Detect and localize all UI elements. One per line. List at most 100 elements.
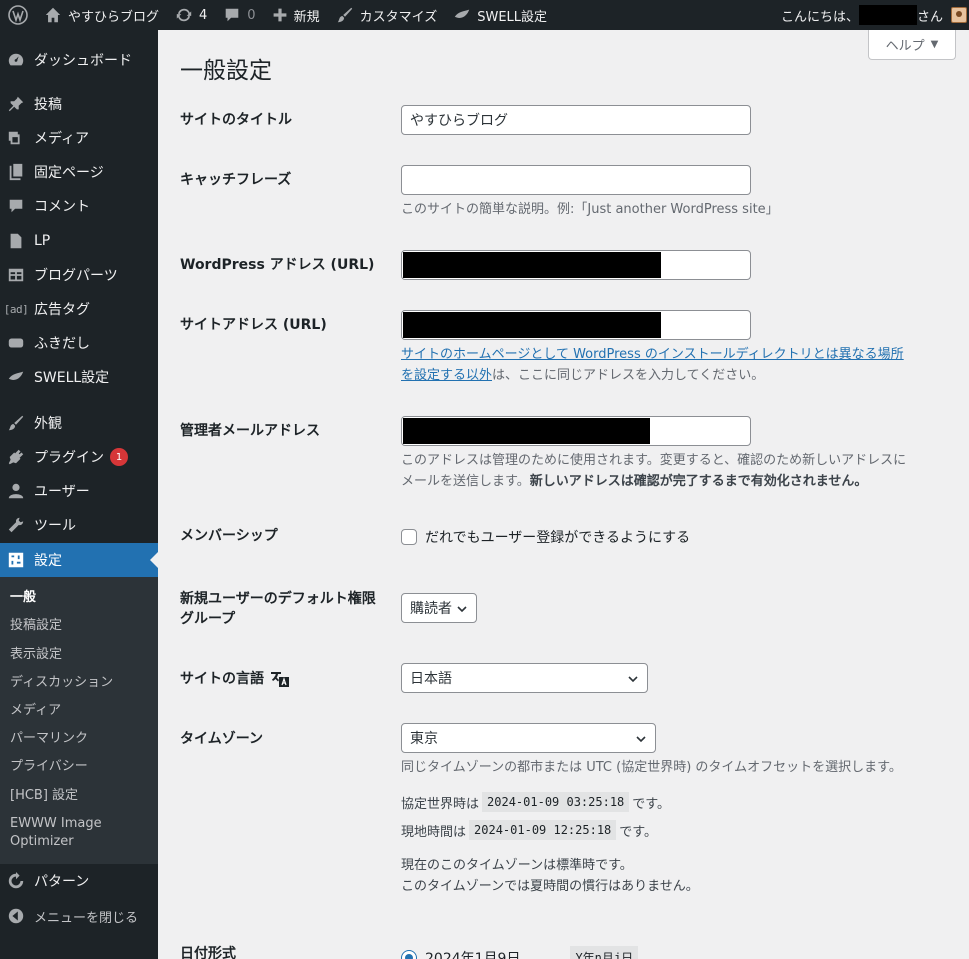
comments-count: 0 bbox=[247, 7, 256, 23]
menu-label: パターン bbox=[34, 874, 90, 890]
membership-label: メンバーシップ bbox=[180, 528, 278, 544]
wp-address-input[interactable] bbox=[401, 250, 751, 280]
timezone-select[interactable]: 東京 bbox=[401, 723, 656, 753]
site-address-input[interactable] bbox=[401, 310, 751, 340]
new-label: 新規 bbox=[293, 9, 320, 25]
submenu-ewww-line2[interactable]: Optimizer bbox=[10, 833, 74, 851]
settings-submenu: 一般 投稿設定 表示設定 ディスカッション メディア パーマリンク プライバシー… bbox=[0, 577, 158, 864]
swell-settings-menu[interactable]: SWELL設定 bbox=[445, 0, 555, 30]
membership-checkbox[interactable] bbox=[401, 529, 417, 545]
menu-speech-bubbles[interactable]: ふきだし bbox=[0, 326, 158, 360]
date-format-radio[interactable] bbox=[401, 949, 417, 959]
menu-label: プラグイン bbox=[34, 450, 104, 466]
redacted-value bbox=[403, 418, 650, 444]
menu-dashboard[interactable]: ダッシュボード bbox=[0, 43, 158, 77]
comment-icon bbox=[6, 196, 26, 216]
date-format-code: Y年n月j日 bbox=[570, 946, 639, 959]
menu-comments[interactable]: コメント bbox=[0, 189, 158, 223]
bubble-icon bbox=[6, 333, 26, 353]
updates-menu[interactable]: 4 bbox=[167, 0, 215, 30]
menu-label: 広告タグ bbox=[34, 302, 90, 318]
local-time-value: 2024-01-09 12:25:18 bbox=[469, 820, 617, 840]
tagline-description: このサイトの簡単な説明。例:「Just another WordPress si… bbox=[401, 202, 779, 217]
admin-email-input[interactable] bbox=[401, 416, 751, 446]
menu-lp[interactable]: LP bbox=[0, 224, 158, 258]
customize-menu[interactable]: カスタマイズ bbox=[328, 0, 446, 30]
menu-swell-settings[interactable]: SWELL設定 bbox=[0, 360, 158, 394]
collapse-menu-button[interactable]: メニューを閉じる bbox=[0, 899, 158, 933]
local-time-suffix: です。 bbox=[619, 824, 657, 840]
menu-ad-tags[interactable]: [ad] 広告タグ bbox=[0, 292, 158, 326]
local-time-label: 現地時間は bbox=[401, 824, 467, 840]
admin-email-label: 管理者メールアドレス bbox=[180, 423, 320, 439]
collapse-icon bbox=[6, 906, 26, 926]
submenu-hcb-settings[interactable]: [HCB] 設定 bbox=[10, 787, 78, 805]
ad-icon: [ad] bbox=[3, 302, 29, 316]
submenu-permalinks[interactable]: パーマリンク bbox=[10, 730, 88, 748]
menu-label: LP bbox=[34, 233, 51, 249]
menu-label: 外観 bbox=[34, 416, 62, 432]
menu-label: 設定 bbox=[34, 553, 62, 569]
utc-time-value: 2024-01-09 03:25:18 bbox=[482, 792, 630, 812]
site-language-label: サイトの言語 bbox=[180, 669, 290, 689]
submenu-media[interactable]: メディア bbox=[10, 702, 61, 720]
menu-label: メディア bbox=[34, 131, 90, 147]
default-role-label-line2: グループ bbox=[180, 611, 236, 627]
wordpress-logo-icon bbox=[8, 5, 28, 25]
admin-sidebar: ダッシュボード 投稿 メディア 固定ページ コメント LP ブログパーツ [ad… bbox=[0, 30, 158, 959]
menu-posts[interactable]: 投稿 bbox=[0, 87, 158, 121]
menu-media[interactable]: メディア bbox=[0, 121, 158, 155]
default-role-select[interactable]: 購読者 bbox=[401, 593, 477, 623]
pin-icon bbox=[6, 94, 26, 114]
redacted-value bbox=[403, 252, 661, 278]
default-role-label: 新規ユーザーのデフォルト権限 グループ bbox=[180, 589, 376, 629]
site-address-help-link-cont[interactable]: を設定する以外 bbox=[401, 368, 492, 383]
wp-address-label: WordPress アドレス (URL) bbox=[180, 257, 375, 273]
submenu-ewww-line1[interactable]: EWWW Image bbox=[10, 815, 102, 833]
redacted-username bbox=[858, 5, 917, 25]
submenu-writing[interactable]: 投稿設定 bbox=[10, 617, 62, 635]
menu-label: ダッシュボード bbox=[34, 53, 132, 69]
menu-label: 投稿 bbox=[34, 97, 62, 113]
menu-plugins[interactable]: プラグイン 1 bbox=[0, 440, 158, 474]
date-format-option[interactable]: 2024年1月9日 Y年n月j日 bbox=[401, 946, 641, 959]
submenu-general[interactable]: 一般 bbox=[10, 589, 36, 607]
utc-time-line: 協定世界時は 2024-01-09 03:25:18 です。 bbox=[401, 792, 670, 812]
tagline-input[interactable] bbox=[401, 165, 751, 195]
menu-settings[interactable]: 設定 bbox=[0, 543, 158, 577]
swell-icon bbox=[455, 9, 470, 18]
user-icon bbox=[6, 481, 26, 501]
site-language-select[interactable]: 日本語 bbox=[401, 663, 648, 693]
menu-pages[interactable]: 固定ページ bbox=[0, 155, 158, 189]
menu-tools[interactable]: ツール bbox=[0, 508, 158, 542]
home-icon bbox=[45, 7, 61, 23]
greeting-text: こんにちは、 bbox=[780, 9, 859, 25]
menu-patterns[interactable]: パターン bbox=[0, 864, 158, 898]
site-name: やすひらブログ bbox=[68, 9, 160, 25]
wp-logo-menu[interactable] bbox=[0, 0, 36, 30]
site-address-help-link[interactable]: サイトのホームページとして WordPress のインストールディレクトリとは異… bbox=[401, 347, 904, 362]
wrench-icon bbox=[6, 515, 26, 535]
settings-icon bbox=[6, 550, 26, 570]
membership-checkbox-row[interactable]: だれでもユーザー登録ができるようにする bbox=[401, 527, 690, 547]
timezone-label: タイムゾーン bbox=[180, 731, 264, 747]
translation-icon bbox=[271, 672, 289, 687]
dst-line1: 現在のこのタイムゾーンは標準時です。 bbox=[401, 858, 633, 873]
chevron-down-icon bbox=[628, 676, 638, 683]
submenu-discussion[interactable]: ディスカッション bbox=[10, 674, 113, 692]
menu-blog-parts[interactable]: ブログパーツ bbox=[0, 258, 158, 292]
menu-appearance[interactable]: 外観 bbox=[0, 406, 158, 440]
site-name-menu[interactable]: やすひらブログ bbox=[36, 0, 167, 30]
swell-icon bbox=[6, 367, 26, 387]
my-account-menu[interactable]: こんにちは、 さん bbox=[781, 0, 969, 30]
help-tab-button[interactable]: ヘルプ ▼ bbox=[868, 30, 956, 60]
new-content-menu[interactable]: 新規 bbox=[264, 0, 328, 30]
admin-email-desc-bold: 新しいアドレスは確認が完了するまで有効化されません。 bbox=[529, 474, 868, 489]
help-label: ヘルプ bbox=[885, 39, 925, 54]
submenu-reading[interactable]: 表示設定 bbox=[10, 646, 62, 664]
site-title-input[interactable]: やすひらブログ bbox=[401, 105, 751, 135]
submenu-privacy[interactable]: プライバシー bbox=[10, 758, 88, 776]
menu-users[interactable]: ユーザー bbox=[0, 474, 158, 508]
comments-menu[interactable]: 0 bbox=[215, 0, 263, 30]
local-time-line: 現地時間は 2024-01-09 12:25:18 です。 bbox=[401, 820, 657, 840]
